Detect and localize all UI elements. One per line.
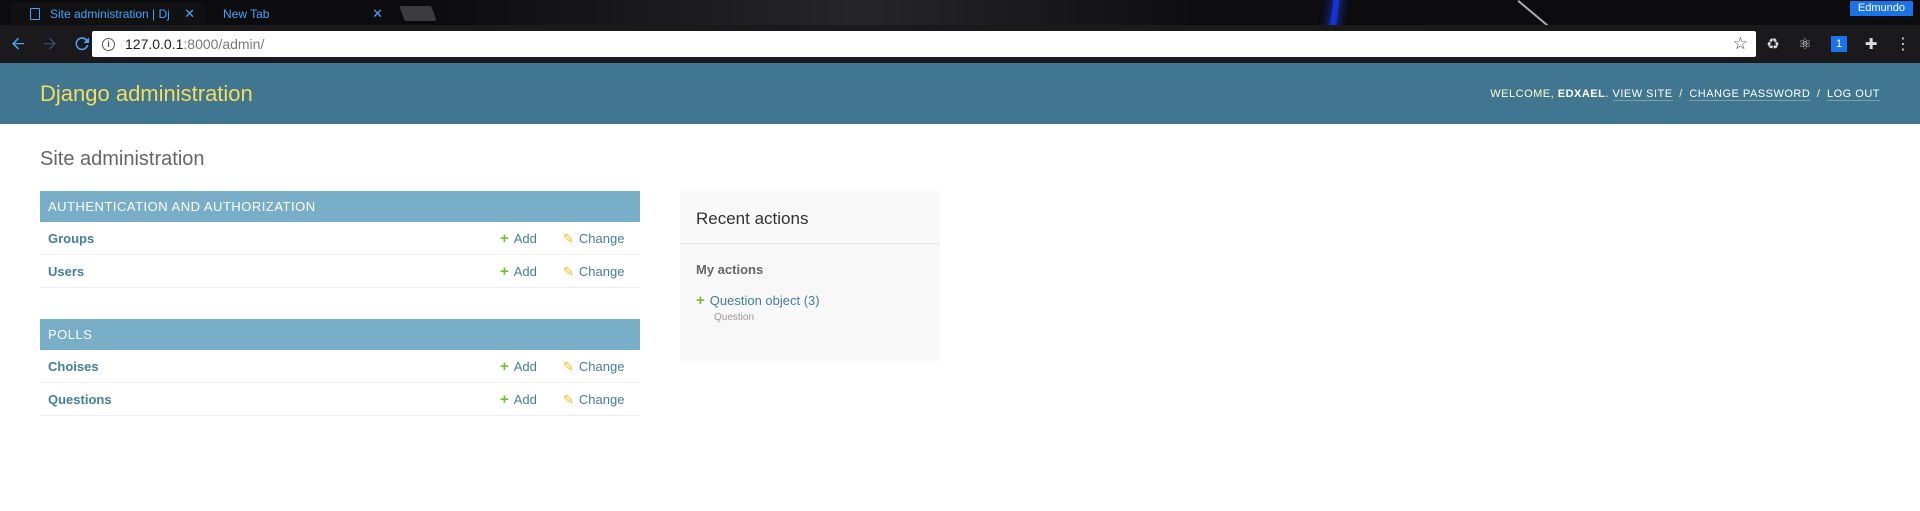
page-title: Site administration (40, 148, 205, 170)
app-module-auth: AUTHENTICATION AND AUTHORIZATION Groups … (40, 191, 640, 288)
wallpaper-shade (420, 0, 1520, 25)
close-tab-icon[interactable]: ✕ (184, 6, 195, 22)
change-link[interactable]: ✎ Change (563, 231, 624, 246)
welcome-text: WELCOME, (1490, 88, 1558, 100)
reload-icon[interactable] (70, 32, 94, 56)
wallpaper-line (1517, 0, 1565, 25)
plus-icon: + (500, 390, 509, 408)
module-caption[interactable]: POLLS (40, 319, 640, 350)
puzzle-icon[interactable]: ✚ (1860, 33, 1882, 55)
tab-title: Site administration | Dj (50, 6, 170, 21)
plus-icon: + (500, 229, 509, 247)
address-bar[interactable]: i 127.0.0.1 :8000/admin/ ☆ (92, 31, 1756, 57)
change-password-link[interactable]: CHANGE PASSWORD (1689, 88, 1811, 101)
browser-toolbar: i 127.0.0.1 :8000/admin/ ☆ (0, 25, 1920, 63)
pencil-icon: ✎ (563, 263, 574, 279)
pencil-icon: ✎ (563, 230, 574, 246)
recent-actions-panel: Recent actions My actions + Question obj… (680, 191, 940, 361)
model-link-groups[interactable]: Groups (48, 231, 94, 246)
separator: / (1679, 88, 1683, 100)
recent-actions-title: Recent actions (680, 191, 940, 244)
welcome-suffix: . (1605, 88, 1609, 100)
plus-icon: + (500, 357, 509, 375)
plus-icon: + (500, 262, 509, 280)
new-tab-button[interactable] (399, 6, 437, 21)
model-link-choises[interactable]: Choises (48, 359, 99, 374)
add-link[interactable]: + Add (500, 231, 537, 246)
username: EDXAEL (1557, 88, 1606, 100)
star-icon[interactable]: ☆ (1733, 34, 1748, 54)
tab-site-administration[interactable]: Site administration | Dj ✕ (10, 2, 205, 25)
model-link-questions[interactable]: Questions (48, 392, 112, 407)
tab-new-tab[interactable]: New Tab ✕ (203, 2, 393, 25)
onepassword-icon[interactable]: 1 (1831, 36, 1847, 52)
add-link[interactable]: + Add (500, 359, 537, 374)
pencil-icon: ✎ (563, 391, 574, 407)
view-site-link[interactable]: VIEW SITE (1612, 88, 1673, 101)
recent-action-item: + Question object (3) (680, 277, 940, 308)
back-icon[interactable] (6, 32, 30, 56)
pencil-icon: ✎ (563, 358, 574, 374)
module-caption[interactable]: AUTHENTICATION AND AUTHORIZATION (40, 191, 640, 222)
change-link[interactable]: ✎ Change (563, 359, 624, 374)
url-host: 127.0.0.1 (125, 36, 184, 52)
separator: / (1816, 88, 1821, 100)
tab-title: New Tab (223, 6, 270, 21)
model-link-users[interactable]: Users (48, 264, 84, 279)
profile-button[interactable]: Edmundo (1849, 1, 1913, 16)
my-actions-heading: My actions (696, 262, 764, 277)
react-icon[interactable]: ⚛ (1794, 33, 1816, 55)
change-link[interactable]: ✎ Change (563, 264, 624, 279)
info-icon[interactable]: i (102, 37, 115, 51)
model-row: Choises + Add ✎ Change (40, 350, 640, 383)
model-row: Users + Add ✎ Change (40, 255, 640, 288)
add-link[interactable]: + Add (500, 264, 537, 279)
model-row: Questions + Add ✎ Change (40, 383, 640, 416)
user-tools: WELCOME, EDXAEL. VIEW SITE / CHANGE PASS… (1490, 88, 1880, 101)
close-tab-icon[interactable]: ✕ (372, 6, 383, 22)
site-branding[interactable]: Django administration (40, 81, 253, 107)
browser-tab-strip: Site administration | Dj ✕ New Tab ✕ Edm… (0, 0, 1920, 25)
app-module-polls: POLLS Choises + Add ✎ Change Questions + Ad… (40, 319, 640, 416)
recent-action-type: Question (714, 312, 755, 323)
recycle-icon[interactable]: ♻ (1762, 33, 1784, 55)
forward-icon[interactable] (38, 32, 62, 56)
change-link[interactable]: ✎ Change (563, 392, 624, 407)
menu-icon[interactable]: ⋮ (1892, 33, 1914, 55)
log-out-link[interactable]: LOG OUT (1826, 88, 1880, 101)
add-link[interactable]: + Add (500, 392, 537, 407)
model-row: Groups + Add ✎ Change (40, 222, 640, 255)
admin-header: Django administration WELCOME, EDXAEL. V… (0, 63, 1920, 124)
recent-action-link[interactable]: Question object (3) (710, 293, 820, 308)
plus-icon: + (696, 292, 705, 309)
document-icon (30, 7, 40, 20)
url-path: :8000/admin/ (183, 36, 265, 52)
